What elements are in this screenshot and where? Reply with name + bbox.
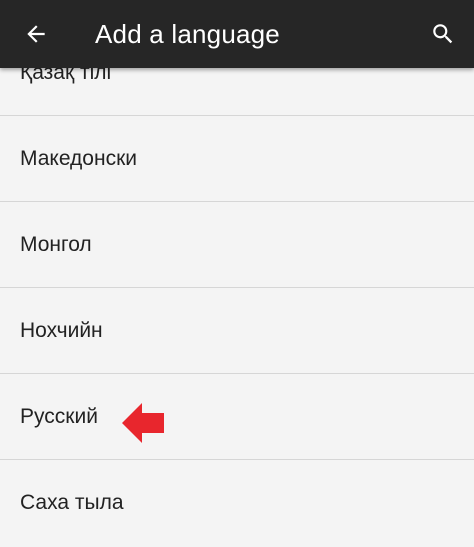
language-list[interactable]: Қазақ тілі Македонски Монгол Нохчийн Рус…: [0, 30, 474, 546]
language-item-macedonian[interactable]: Македонски: [0, 116, 474, 202]
search-button[interactable]: [421, 12, 465, 56]
language-label: Русский: [20, 405, 98, 428]
search-icon: [433, 24, 453, 44]
language-item-russian[interactable]: Русский: [0, 374, 474, 460]
language-label: Нохчийн: [20, 319, 103, 342]
app-bar: Add a language: [0, 0, 474, 68]
back-button[interactable]: [14, 12, 58, 56]
arrow-back-icon: [27, 25, 45, 43]
language-label: Монгол: [20, 233, 92, 256]
add-language-screen: Қазақ тілі Македонски Монгол Нохчийн Рус…: [0, 0, 474, 547]
language-item-chechen[interactable]: Нохчийн: [0, 288, 474, 374]
language-item-sakha[interactable]: Саха тыла: [0, 460, 474, 546]
language-item-mongolian[interactable]: Монгол: [0, 202, 474, 288]
page-title: Add a language: [95, 19, 280, 49]
language-label: Саха тыла: [20, 491, 124, 514]
red-arrow-pointer-icon: [122, 403, 164, 443]
language-label: Македонски: [20, 147, 137, 170]
